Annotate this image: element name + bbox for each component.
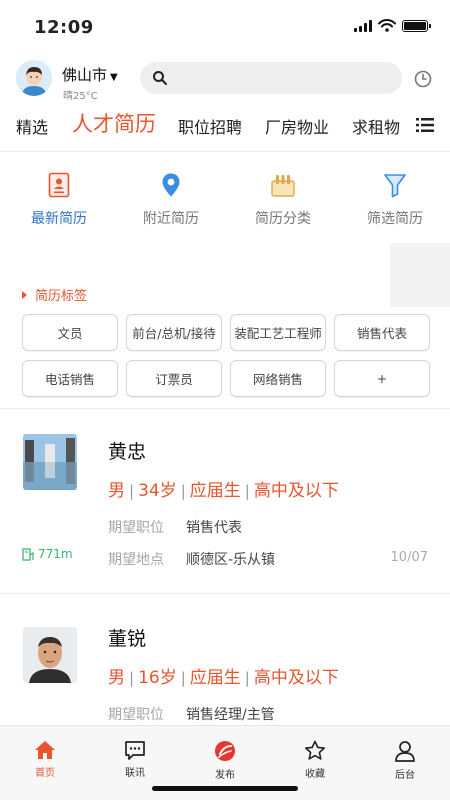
side-panel — [390, 243, 450, 307]
search-icon — [153, 71, 167, 85]
resume-category-button[interactable]: 简历分类 — [227, 168, 339, 228]
status-icons — [354, 19, 431, 32]
star-icon — [305, 740, 325, 760]
resume-age: 34岁 — [138, 481, 177, 501]
category-tabs: 精选 人才简历 职位招聘 厂房物业 求租物 — [0, 108, 450, 144]
nav-publish[interactable]: 发布 — [180, 726, 270, 781]
tag-button[interactable]: 文员 — [22, 314, 118, 351]
resume-photo — [23, 627, 77, 683]
status-time: 12:09 — [34, 17, 94, 38]
tag-button[interactable]: 网络销售 — [230, 360, 326, 397]
user-avatar[interactable] — [16, 60, 52, 96]
city-name: 佛山市 — [62, 66, 108, 84]
home-indicator — [152, 786, 298, 791]
user-icon — [395, 741, 415, 762]
resume-distance: 771m — [22, 547, 73, 561]
tab-featured[interactable]: 精选 — [16, 114, 48, 138]
resume-age: 16岁 — [138, 668, 177, 688]
feature-label: 简历分类 — [255, 211, 311, 227]
home-icon — [35, 741, 55, 759]
nav-home[interactable]: 首页 — [0, 726, 90, 779]
expected-position-value: 销售代表 — [186, 520, 242, 536]
resume-education: 高中及以下 — [253, 481, 339, 501]
resume-icon — [48, 172, 70, 198]
nav-favorites[interactable]: 收藏 — [270, 726, 360, 780]
add-tag-button[interactable]: + — [334, 360, 430, 397]
tag-button[interactable]: 销售代表 — [334, 314, 430, 351]
nav-label: 发布 — [215, 770, 235, 781]
expected-position-row: 期望职位 销售代表 — [108, 517, 242, 537]
feature-label: 附近简历 — [143, 211, 199, 227]
status-bar: 12:09 — [0, 0, 450, 52]
tags-title-text: 简历标签 — [35, 289, 88, 304]
tab-talent-resume[interactable]: 人才简历 — [72, 108, 156, 138]
search-input[interactable] — [140, 62, 402, 94]
nav-label: 联讯 — [125, 768, 145, 779]
nav-label: 后台 — [395, 770, 415, 781]
triangle-marker-icon — [22, 291, 27, 299]
battery-icon — [402, 19, 431, 32]
history-clock-icon[interactable] — [414, 70, 432, 88]
expected-position-label: 期望职位 — [108, 707, 164, 723]
resume-education: 高中及以下 — [253, 668, 339, 688]
expected-location-value: 顺德区-乐从镇 — [186, 552, 276, 568]
tab-job-recruitment[interactable]: 职位招聘 — [178, 114, 242, 138]
resume-distance-value: 771m — [38, 547, 73, 561]
distance-icon — [22, 548, 34, 561]
tab-rental[interactable]: 求租物 — [352, 114, 402, 138]
tag-button[interactable]: 订票员 — [126, 360, 222, 397]
resume-tags: 文员 前台/总机/接待 装配工艺工程师 销售代表 电话销售 订票员 网络销售 + — [22, 314, 430, 397]
tab-factory-property[interactable]: 厂房物业 — [265, 114, 329, 138]
resume-tags-title: 简历标签 — [22, 285, 87, 304]
tag-button[interactable]: 前台/总机/接待 — [126, 314, 222, 351]
divider — [0, 151, 450, 152]
expected-position-row: 期望职位 销售经理/主管 — [108, 704, 275, 724]
menu-list-icon[interactable] — [416, 117, 434, 133]
cellular-signal-icon — [354, 19, 372, 32]
resume-status: 应届生 — [189, 481, 241, 501]
resume-name: 黄忠 — [108, 441, 147, 463]
resume-card[interactable]: 董锐 男 | 16岁 | 应届生 | 高中及以下 期望职位 销售经理/主管 — [0, 594, 450, 725]
nav-backend[interactable]: 后台 — [360, 726, 450, 781]
wifi-icon — [378, 19, 396, 32]
filter-resume-button[interactable]: 筛选简历 — [339, 168, 450, 228]
filter-icon — [384, 174, 406, 198]
expected-location-label: 期望地点 — [108, 552, 164, 568]
latest-resume-button[interactable]: 最新简历 — [3, 168, 115, 228]
resume-features: 最新简历 附近简历 简历分类 筛选简历 — [0, 168, 450, 238]
resume-meta: 男 | 34岁 | 应届生 | 高中及以下 — [108, 481, 339, 501]
publish-icon — [215, 741, 235, 761]
resume-name: 董锐 — [108, 628, 147, 650]
tag-button[interactable]: 装配工艺工程师 — [230, 314, 326, 351]
resume-meta: 男 | 16岁 | 应届生 | 高中及以下 — [108, 668, 339, 688]
resume-gender: 男 — [108, 668, 125, 688]
nav-label: 收藏 — [305, 769, 325, 780]
nav-messages[interactable]: 联讯 — [90, 726, 180, 779]
nearby-resume-button[interactable]: 附近简历 — [115, 168, 227, 228]
resume-status: 应届生 — [189, 668, 241, 688]
feature-label: 最新简历 — [31, 211, 87, 227]
expected-position-label: 期望职位 — [108, 520, 164, 536]
city-selector[interactable]: 佛山市 ▼ — [62, 64, 118, 85]
resume-card[interactable]: 黄忠 男 | 34岁 | 应届生 | 高中及以下 期望职位 销售代表 期望地点 顺德区-乐从镇 … — [0, 409, 450, 587]
weather-text: 晴25°C — [63, 91, 98, 102]
expected-position-value: 销售经理/主管 — [186, 707, 275, 723]
message-icon — [125, 741, 145, 760]
tag-button[interactable]: 电话销售 — [22, 360, 118, 397]
chevron-down-icon: ▼ — [110, 72, 118, 83]
top-header: 佛山市 ▼ 晴25°C — [0, 56, 450, 102]
expected-location-row: 期望地点 顺德区-乐从镇 — [108, 549, 275, 569]
resume-date: 10/07 — [390, 550, 428, 565]
nav-label: 首页 — [35, 768, 55, 779]
category-icon — [271, 175, 295, 197]
location-pin-icon — [162, 173, 180, 197]
resume-photo — [23, 434, 77, 490]
resume-gender: 男 — [108, 481, 125, 501]
feature-label: 筛选简历 — [367, 211, 423, 227]
